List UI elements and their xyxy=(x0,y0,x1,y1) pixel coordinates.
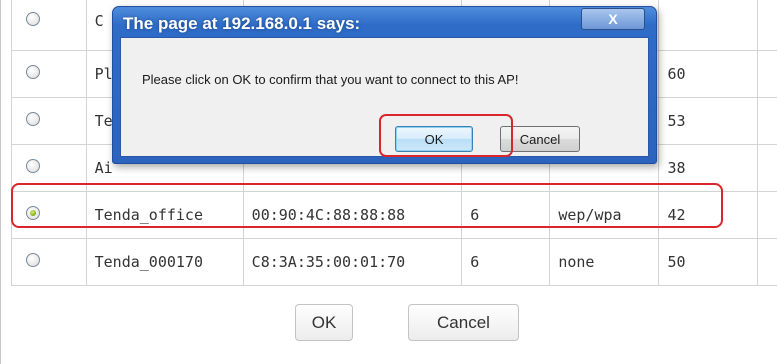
ap-radio[interactable] xyxy=(26,65,40,79)
ap-radio[interactable] xyxy=(26,11,40,26)
pad-cell xyxy=(756,50,777,98)
pad-cell xyxy=(756,97,777,145)
pad-cell xyxy=(756,0,777,51)
signal-cell: 53 xyxy=(658,97,758,145)
ap-radio-selected[interactable] xyxy=(26,206,40,220)
radio-cell xyxy=(11,144,87,192)
channel-cell: 6 xyxy=(461,238,551,286)
dialog-cancel-button[interactable]: Cancel xyxy=(500,126,580,152)
cancel-button[interactable]: Cancel xyxy=(408,304,519,341)
signal-cell: 42 xyxy=(658,191,758,239)
signal-cell: 60 xyxy=(658,50,758,98)
ap-radio[interactable] xyxy=(26,253,40,267)
dialog-ok-button[interactable]: OK xyxy=(395,126,473,152)
pad-cell xyxy=(756,191,777,239)
radio-cell xyxy=(11,191,87,239)
radio-cell xyxy=(11,0,87,51)
table-row: Tenda_000170 C8:3A:35:00:01:70 6 none 50 xyxy=(11,238,777,286)
signal-cell: 38 xyxy=(658,144,758,192)
ok-button[interactable]: OK xyxy=(295,304,353,341)
radio-cell xyxy=(11,50,87,98)
pad-cell xyxy=(756,238,777,286)
dialog-body: Please click on OK to confirm that you w… xyxy=(120,37,649,157)
radio-cell xyxy=(11,97,87,145)
mac-cell: C8:3A:35:00:01:70 xyxy=(242,238,463,286)
signal-cell xyxy=(658,0,758,51)
channel-cell: 6 xyxy=(461,191,551,239)
security-cell: none xyxy=(549,238,660,286)
ap-radio[interactable] xyxy=(26,112,40,126)
dialog-title: The page at 192.168.0.1 says: xyxy=(123,14,361,33)
dialog-message: Please click on OK to confirm that you w… xyxy=(142,72,519,87)
signal-cell: 50 xyxy=(658,238,758,286)
table-row: Tenda_office 00:90:4C:88:88:88 6 wep/wpa… xyxy=(11,191,777,239)
radio-cell xyxy=(11,238,87,286)
ap-radio[interactable] xyxy=(26,159,40,173)
security-cell: wep/wpa xyxy=(549,191,660,239)
ssid-cell: Tenda_000170 xyxy=(85,238,244,286)
close-icon[interactable]: X xyxy=(581,8,645,30)
confirm-dialog: The page at 192.168.0.1 says: X Please c… xyxy=(112,6,657,164)
mac-cell: 00:90:4C:88:88:88 xyxy=(242,191,463,239)
ssid-cell: Tenda_office xyxy=(85,191,244,239)
pad-cell xyxy=(756,144,777,192)
ap-list-page: C Pl 60 Te 53 Ai 38 Tenda_office 00:90:4… xyxy=(0,0,777,364)
